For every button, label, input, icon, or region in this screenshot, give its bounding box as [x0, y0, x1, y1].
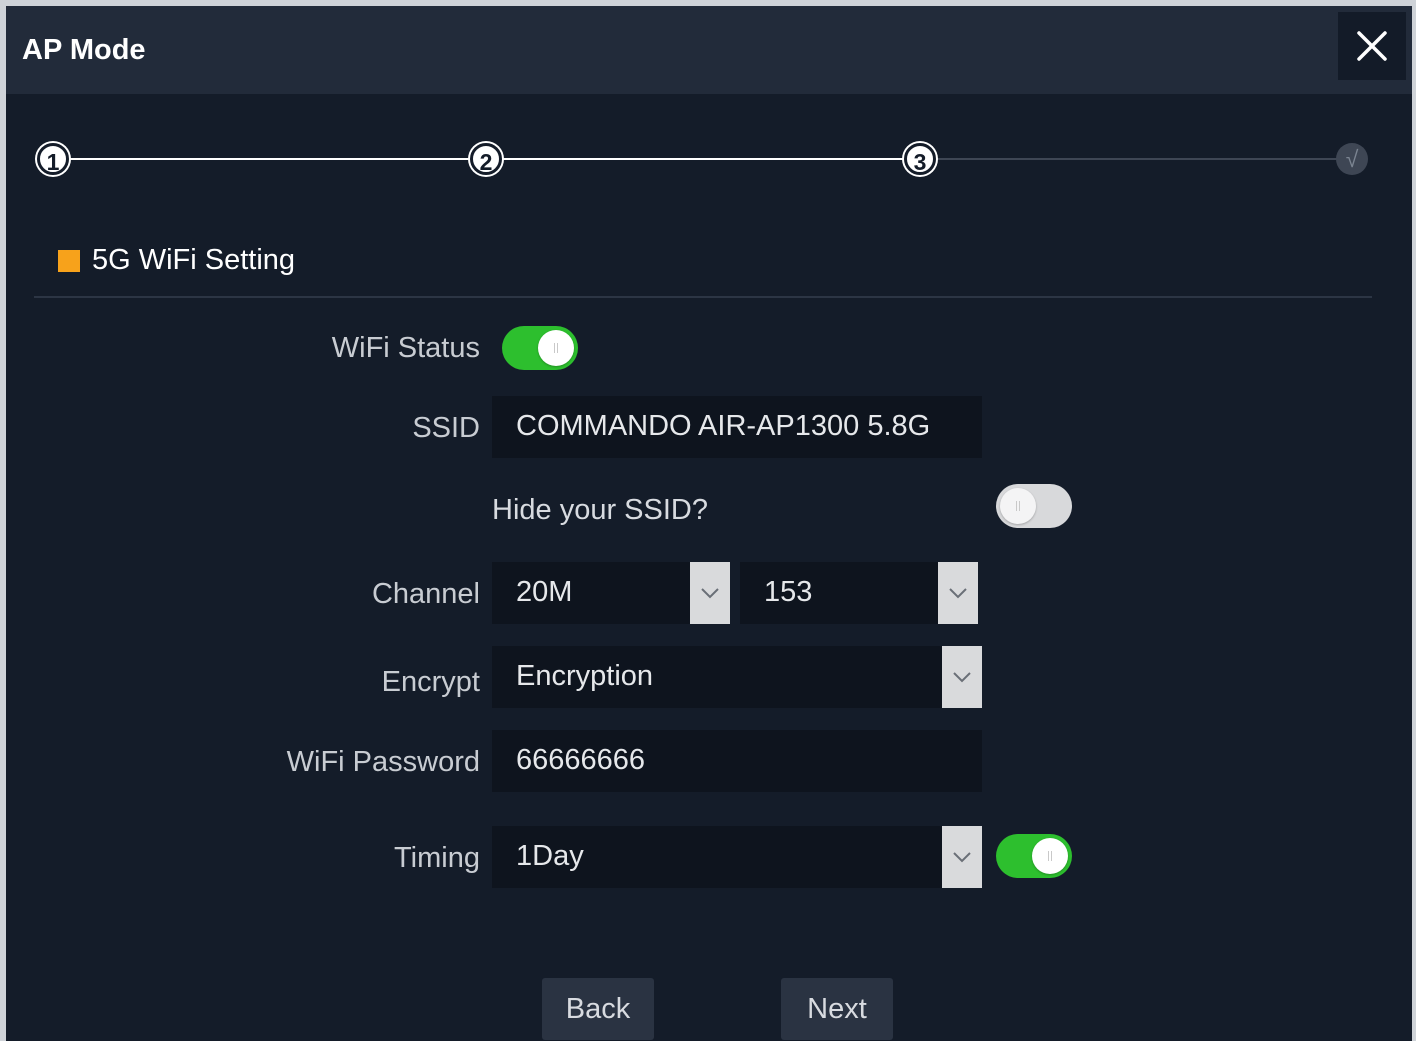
chevron-down-icon — [701, 588, 719, 599]
ssid-label: SSID — [412, 412, 480, 444]
password-input[interactable]: 66666666 — [492, 730, 982, 792]
next-button[interactable]: Next — [781, 978, 893, 1040]
encrypt-value: Encryption — [516, 660, 654, 692]
toggle-knob — [1000, 488, 1036, 524]
chevron-down-icon — [949, 588, 967, 599]
step-connector-3 — [920, 158, 1354, 160]
encrypt-select[interactable]: Encryption — [492, 646, 982, 708]
channel-value: 153 — [764, 576, 813, 608]
timing-dropdown-button[interactable] — [942, 826, 982, 888]
step-1: 1 — [37, 143, 69, 175]
back-button[interactable]: Back — [542, 978, 654, 1040]
section-title: 5G WiFi Setting — [92, 244, 296, 276]
encrypt-label: Encrypt — [381, 666, 480, 698]
hide-ssid-label: Hide your SSID? — [492, 494, 708, 526]
step-connector-1 — [54, 158, 486, 160]
bandwidth-value: 20M — [516, 576, 573, 608]
timing-toggle[interactable] — [996, 834, 1072, 878]
section-marker — [58, 250, 80, 272]
ap-mode-dialog: AP Mode 1 2 3 √ 5G WiFi Setting WiFi Sta… — [6, 6, 1412, 1041]
channel-select[interactable]: 153 — [740, 562, 978, 624]
chevron-down-icon — [953, 672, 971, 683]
timing-select[interactable]: 1Day — [492, 826, 982, 888]
step-done-check: √ — [1336, 143, 1368, 175]
step-connector-2 — [486, 158, 920, 160]
encrypt-dropdown-button[interactable] — [942, 646, 982, 708]
toggle-knob — [1032, 838, 1068, 874]
password-value: 66666666 — [516, 744, 646, 776]
ssid-input[interactable]: COMMANDO AIR-AP1300 5.8G — [492, 396, 982, 458]
section-divider — [34, 296, 1372, 298]
step-3: 3 — [904, 143, 936, 175]
step-2: 2 — [470, 143, 502, 175]
timing-label: Timing — [394, 842, 480, 874]
channel-label: Channel — [371, 578, 480, 610]
hide-ssid-toggle[interactable] — [996, 484, 1072, 528]
password-label: WiFi Password — [286, 746, 480, 778]
chevron-down-icon — [953, 852, 971, 863]
channel-dropdown-button[interactable] — [938, 562, 978, 624]
progress-steps: 1 2 3 √ — [6, 6, 1412, 206]
timing-value: 1Day — [516, 840, 584, 872]
bandwidth-select[interactable]: 20M — [492, 562, 730, 624]
ssid-value: COMMANDO AIR-AP1300 5.8G — [516, 410, 931, 442]
wifi-status-toggle[interactable] — [502, 326, 578, 370]
toggle-knob — [538, 330, 574, 366]
wifi-status-label: WiFi Status — [331, 332, 480, 364]
bandwidth-dropdown-button[interactable] — [690, 562, 730, 624]
